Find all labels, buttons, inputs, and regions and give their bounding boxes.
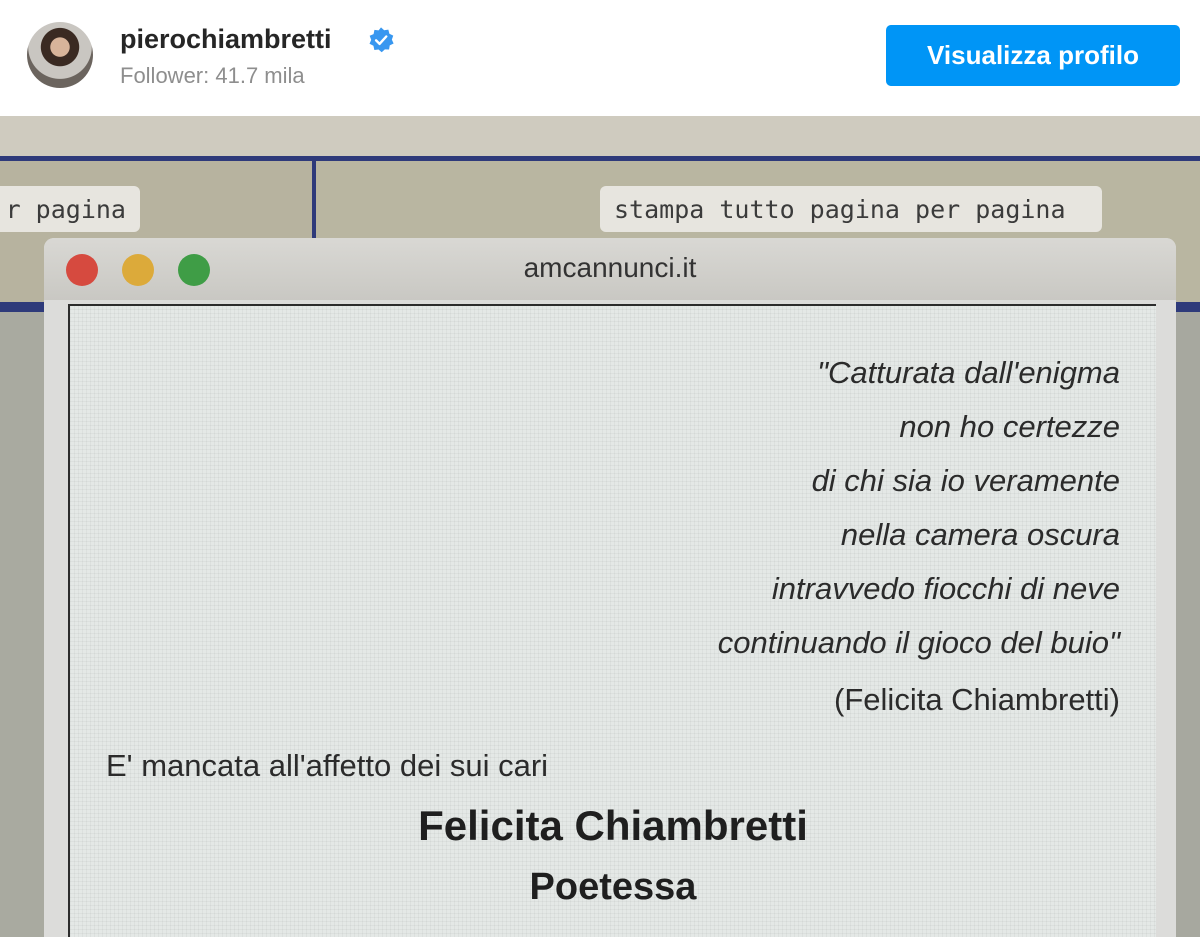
- poem-line: non ho certezze: [899, 409, 1120, 444]
- window-titlebar: amcannunci.it: [44, 238, 1176, 300]
- print-all-button: stampa tutto pagina per pagina: [600, 186, 1102, 232]
- background-panel: [1176, 312, 1200, 937]
- post-photo: r pagina stampa tutto pagina per pagina …: [0, 116, 1200, 937]
- divider: [312, 161, 316, 241]
- username[interactable]: pierochiambretti: [120, 24, 332, 55]
- follower-count: Follower: 41.7 mila: [120, 63, 305, 88]
- poem-line: "Catturata dall'enigma: [817, 355, 1120, 390]
- deceased-name: Felicita Chiambretti: [418, 802, 808, 849]
- browser-window: amcannunci.it "Catturata dall'enigma non…: [44, 238, 1176, 937]
- obituary-content: "Catturata dall'enigma non ho certezze d…: [68, 304, 1156, 937]
- poem-line: continuando il gioco del buio": [717, 625, 1120, 660]
- view-profile-button[interactable]: Visualizza profilo: [886, 25, 1180, 86]
- deceased-role: Poetessa: [529, 866, 697, 908]
- background-panel: [0, 312, 44, 937]
- avatar[interactable]: [27, 22, 93, 88]
- print-page-button: r pagina: [0, 186, 140, 232]
- poem-attribution: (Felicita Chiambretti): [834, 682, 1120, 717]
- instagram-embed-header: pierochiambretti Follower: 41.7 mila Vis…: [0, 0, 1200, 116]
- poem-line: nella camera oscura: [840, 517, 1120, 552]
- poem: "Catturata dall'enigma non ho certezze d…: [718, 346, 1120, 670]
- window-title: amcannunci.it: [523, 252, 697, 283]
- background-toolbar: [0, 116, 1200, 156]
- poem-line: intravvedo fiocchi di neve: [771, 571, 1120, 606]
- obituary-intro: E' mancata all'affetto dei sui cari: [106, 748, 549, 783]
- verified-badge-icon: [369, 27, 394, 53]
- poem-line: di chi sia io veramente: [811, 463, 1120, 498]
